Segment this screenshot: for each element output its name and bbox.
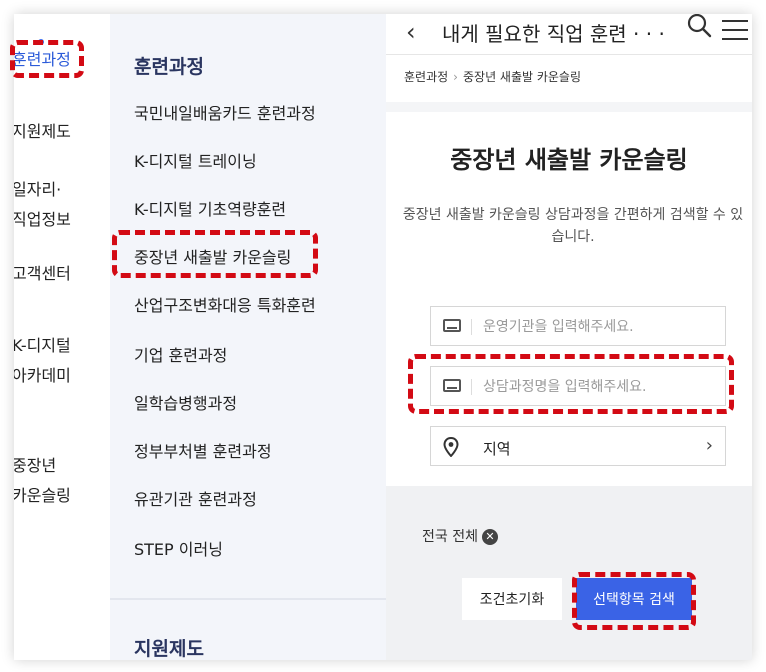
sub-nav-item[interactable]: K-디지털 트레이닝 bbox=[134, 148, 257, 172]
back-icon[interactable]: ‹ bbox=[406, 18, 416, 46]
sub-nav-item[interactable]: 일학습병행과정 bbox=[134, 390, 237, 414]
main-nav-item-k-digital-academy[interactable]: K-디지털 아카데미 bbox=[14, 331, 71, 391]
sub-nav-item-middle-age-counseling[interactable]: 중장년 새출발 카운슬링 bbox=[134, 244, 291, 268]
sub-nav-item[interactable]: STEP 이러닝 bbox=[134, 536, 223, 560]
breadcrumb-separator: › bbox=[453, 70, 458, 84]
filter-tag: 전국 전체 ✕ bbox=[422, 526, 498, 546]
chevron-right-icon: › bbox=[705, 435, 713, 456]
main-nav-item-middle-age-counseling[interactable]: 중장년 카운슬링 bbox=[14, 451, 71, 511]
sub-nav-item[interactable]: 유관기관 훈련과정 bbox=[134, 486, 257, 510]
sub-nav-heading: 훈련과정 bbox=[134, 56, 204, 78]
section-divider bbox=[386, 102, 752, 112]
search-icon[interactable] bbox=[686, 14, 712, 38]
field-divider bbox=[471, 379, 472, 395]
sub-nav-item[interactable]: 산업구조변화대응 특화훈련 bbox=[134, 292, 316, 316]
field-divider bbox=[471, 319, 472, 335]
main-nav-item-support[interactable]: 지원제도 bbox=[14, 117, 71, 147]
org-input[interactable] bbox=[481, 307, 715, 347]
course-name-input[interactable] bbox=[481, 367, 715, 407]
region-select[interactable]: 지역 › bbox=[430, 426, 726, 466]
reset-conditions-button[interactable]: 조건초기화 bbox=[462, 578, 562, 620]
course-search-field bbox=[430, 366, 726, 407]
keyboard-icon bbox=[443, 379, 461, 392]
main-nav-item-customer-center[interactable]: 고객센터 bbox=[14, 259, 71, 289]
region-label: 지역 bbox=[483, 440, 511, 458]
sub-nav-heading-support: 지원제도 bbox=[134, 638, 204, 660]
search-selected-button[interactable]: 선택항목 검색 bbox=[576, 578, 692, 620]
remove-tag-icon[interactable]: ✕ bbox=[481, 529, 498, 545]
sub-nav-item[interactable]: 기업 훈련과정 bbox=[134, 342, 227, 366]
page-description: 중장년 새출발 카운슬링 상담과정을 간편하게 검색할 수 있습니다. bbox=[402, 207, 744, 245]
keyboard-icon bbox=[443, 319, 461, 332]
org-search-field bbox=[430, 306, 726, 347]
breadcrumb: 훈련과정 › 중장년 새출발 카운슬링 bbox=[404, 68, 581, 85]
main-nav-item-training[interactable]: 훈련과정 bbox=[14, 45, 71, 75]
sub-nav-item[interactable]: K-디지털 기초역량훈련 bbox=[134, 196, 286, 220]
top-bar-title: 내게 필요한 직업 훈련 · · · bbox=[442, 22, 665, 46]
main-nav-item-jobs[interactable]: 일자리· 직업정보 bbox=[14, 175, 71, 235]
breadcrumb-current: 중장년 새출발 카운슬링 bbox=[462, 70, 582, 84]
filter-tag-label: 전국 전체 bbox=[422, 529, 478, 545]
page-title: 중장년 새출발 카운슬링 bbox=[450, 146, 688, 174]
breadcrumb-home[interactable]: 훈련과정 bbox=[404, 70, 448, 84]
sub-nav-item[interactable]: 국민내일배움카드 훈련과정 bbox=[134, 100, 316, 124]
hamburger-menu-icon[interactable] bbox=[722, 20, 748, 40]
filter-panel: 전국 전체 ✕ 조건초기화 선택항목 검색 bbox=[386, 486, 752, 660]
main-nav: 훈련과정 지원제도 일자리· 직업정보 고객센터 K-디지털 아카데미 중장년 … bbox=[14, 14, 110, 660]
app-frame: 훈련과정 지원제도 일자리· 직업정보 고객센터 K-디지털 아카데미 중장년 … bbox=[14, 14, 752, 660]
sub-nav-item[interactable]: 정부부처별 훈련과정 bbox=[134, 438, 272, 462]
sub-nav-divider bbox=[110, 598, 386, 600]
top-bar: ‹ 내게 필요한 직업 훈련 · · · bbox=[386, 14, 752, 55]
main-content: ‹ 내게 필요한 직업 훈련 · · · 훈련과정 › 중장년 새출발 카운슬링 중… bbox=[386, 14, 752, 660]
location-pin-icon bbox=[443, 437, 459, 457]
sub-nav: 훈련과정 국민내일배움카드 훈련과정 K-디지털 트레이닝 K-디지털 기초역량… bbox=[110, 14, 386, 660]
